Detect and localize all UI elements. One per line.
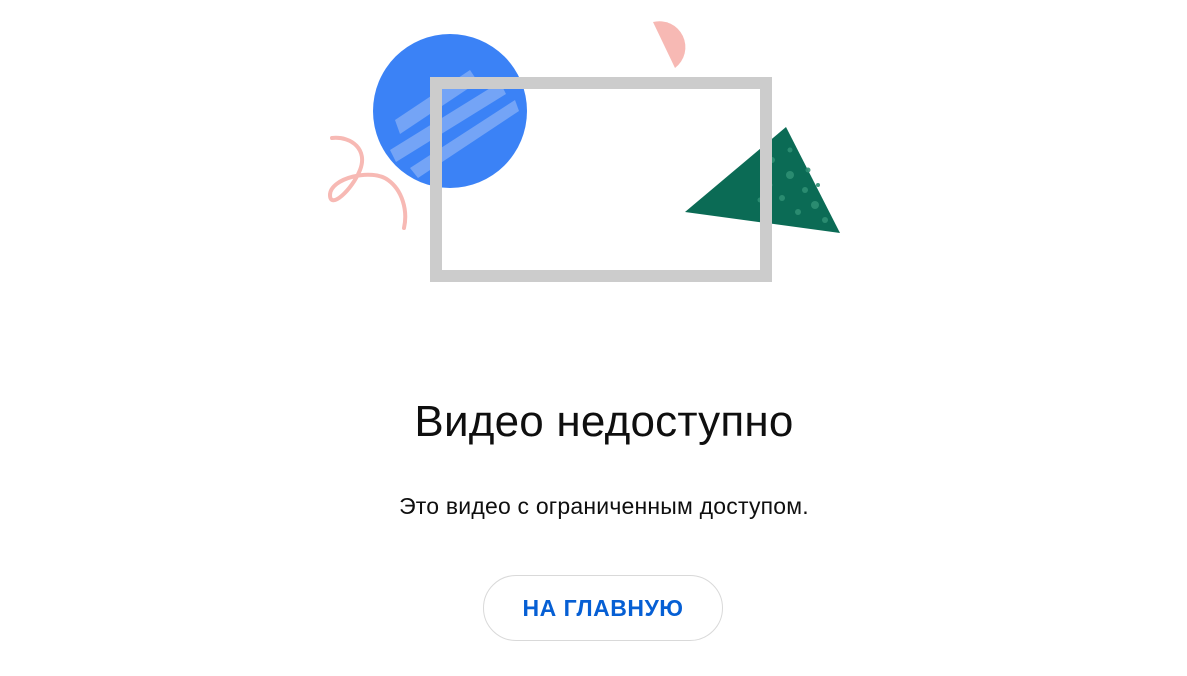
home-button-label: НА ГЛАВНУЮ	[522, 594, 684, 621]
blue-circle-icon	[373, 34, 527, 188]
pink-semicircle-icon	[653, 21, 686, 69]
video-unavailable-page: Видео недоступно Это видео с ограниченны…	[0, 0, 1187, 676]
error-title: Видео недоступно	[414, 397, 794, 446]
video-unavailable-illustration	[327, 21, 840, 282]
error-message: Это видео с ограниченным доступом.	[399, 493, 809, 519]
home-button[interactable]: НА ГЛАВНУЮ	[483, 575, 723, 641]
